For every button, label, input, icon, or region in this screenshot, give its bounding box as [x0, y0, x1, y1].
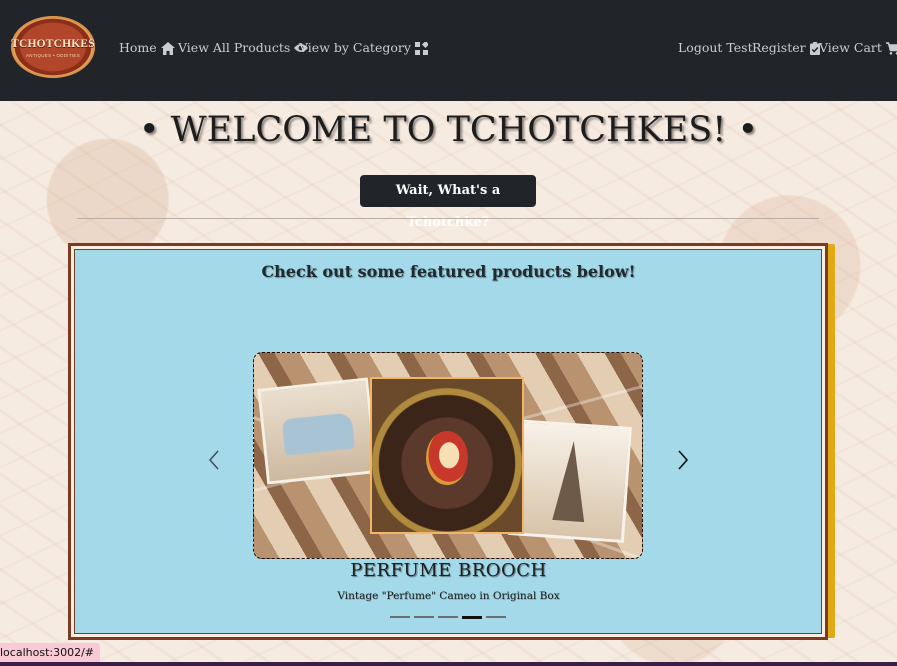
carousel-prev-icon[interactable]	[205, 449, 225, 471]
navbar: TCHOTCHKES ANTIQUES • ODDITIES Home View…	[0, 0, 897, 101]
nav-cart-label: View Cart	[819, 40, 882, 55]
car-shape	[281, 412, 356, 456]
nav-home-label: Home	[119, 40, 157, 55]
carousel-indicator[interactable]	[390, 616, 410, 618]
nav-register-label: Register	[752, 40, 806, 55]
browser-status-url: localhost:3002/#	[0, 643, 100, 662]
nav-logout-label: Logout Test	[678, 40, 753, 55]
home-icon	[160, 41, 175, 55]
slide-background-photo	[257, 377, 378, 485]
logo-text: TCHOTCHKES	[11, 38, 95, 50]
cart-icon	[885, 41, 897, 55]
categories-icon	[414, 41, 428, 55]
header-divider	[77, 218, 819, 219]
logo-subtext: ANTIQUES • ODDITIES	[25, 53, 81, 58]
carousel-indicators	[390, 615, 506, 620]
carousel-indicator[interactable]	[414, 616, 434, 618]
carousel-indicator[interactable]	[438, 616, 458, 618]
nav-home-link[interactable]: Home	[119, 39, 175, 57]
nav-all-products-label: View All Products	[178, 40, 291, 55]
slide-background-photo	[508, 419, 632, 543]
welcome-heading: • WELCOME TO TCHOTCHKES! •	[138, 110, 759, 150]
featured-title: Check out some featured products below!	[261, 262, 636, 281]
nav-register-link[interactable]: Register	[752, 39, 820, 57]
nav-category-link[interactable]: View by Category	[299, 39, 428, 57]
carousel-indicator[interactable]	[462, 615, 482, 619]
whats-a-tchotchke-button[interactable]: Wait, What's a Tchotchke?	[360, 175, 536, 230]
carousel-slide[interactable]	[253, 352, 643, 559]
tower-shape	[552, 440, 590, 523]
cameo-shape	[426, 431, 468, 485]
nav-all-products-link[interactable]: View All Products	[178, 39, 309, 57]
product-name[interactable]: PERFUME BROOCH	[0, 560, 897, 581]
product-description: Vintage "Perfume" Cameo in Original Box	[337, 590, 560, 602]
brand-logo[interactable]: TCHOTCHKES ANTIQUES • ODDITIES	[11, 16, 95, 78]
nav-cart-link[interactable]: View Cart	[819, 39, 897, 57]
nav-category-label: View by Category	[299, 40, 411, 55]
product-image[interactable]	[370, 377, 524, 534]
carousel-indicator[interactable]	[486, 616, 506, 618]
nav-logout-link[interactable]: Logout Test	[678, 39, 753, 57]
bottom-edge	[0, 662, 897, 666]
carousel-next-icon[interactable]	[672, 449, 692, 471]
